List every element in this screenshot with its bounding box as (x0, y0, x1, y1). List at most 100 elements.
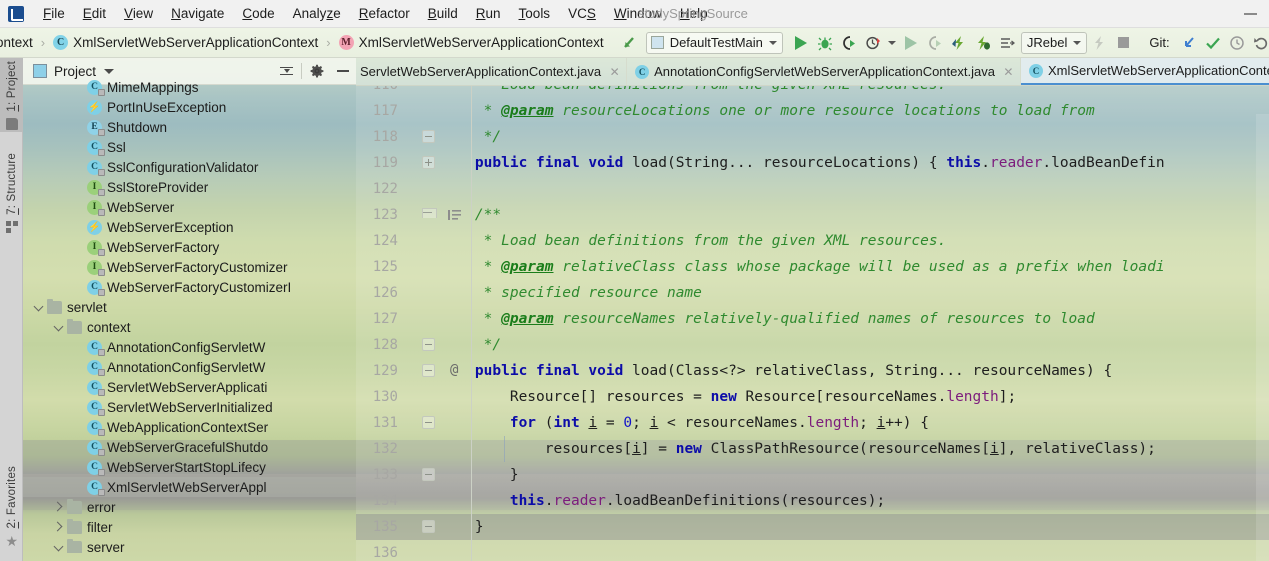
chevron-down-icon[interactable] (31, 297, 47, 317)
tree-node[interactable]: C AnnotationConfigServletW (23, 337, 356, 357)
git-commit-button[interactable] (1201, 31, 1225, 55)
menu-item-view[interactable]: View (115, 0, 162, 28)
chevron-down-icon[interactable] (51, 317, 67, 337)
tree-node[interactable]: I WebServer (23, 197, 356, 217)
attach-process-button[interactable] (995, 31, 1019, 55)
code-line[interactable]: 135 } (356, 514, 1269, 540)
jrebel-stop-icon[interactable] (1087, 31, 1111, 55)
tree-node[interactable]: C WebServerGracefulShutdo (23, 437, 356, 457)
tree-node[interactable]: WebServerException (23, 217, 356, 237)
tree-node[interactable]: I WebServerFactoryCustomizer (23, 257, 356, 277)
gutter-marker[interactable] (402, 280, 472, 306)
tree-node[interactable]: C SslConfigurationValidator (23, 157, 356, 177)
run-button[interactable] (789, 31, 813, 55)
code-line[interactable]: 130 Resource[] resources = new Resource[… (356, 384, 1269, 410)
editor-tab[interactable]: C XmlServletWebServerApplicationContext (1020, 58, 1269, 85)
code-line[interactable]: 117 * @param resourceLocations one or mo… (356, 98, 1269, 124)
code-line[interactable]: 126 * specified resource name (356, 280, 1269, 306)
breadcrumb-item[interactable]: M XmlServletWebServerApplicationContext (337, 35, 606, 50)
code-line[interactable]: 131 for (int i = 0; i < resourceNames.le… (356, 410, 1269, 436)
gutter-marker[interactable] (402, 86, 472, 98)
code-line[interactable]: 128 */ (356, 332, 1269, 358)
close-icon[interactable]: ✕ (609, 65, 620, 79)
sidebar-item-structure[interactable]: 7: Structure (0, 150, 23, 235)
code-content[interactable]: 116 * Load bean definitions from the giv… (356, 86, 1269, 561)
gutter-marker[interactable] (402, 514, 472, 540)
gutter-marker[interactable] (402, 98, 472, 124)
minimize-button[interactable] (1244, 13, 1257, 15)
debug-button[interactable] (813, 31, 837, 55)
code-line[interactable]: 124 * Load bean definitions from the giv… (356, 228, 1269, 254)
gutter-marker[interactable]: @ (402, 358, 472, 384)
gutter-marker[interactable] (402, 488, 472, 514)
gutter-marker[interactable] (402, 462, 472, 488)
tree-node[interactable]: E Shutdown (23, 117, 356, 137)
editor-tab[interactable]: C AnnotationConfigServletWebServerApplica… (627, 58, 1021, 85)
tree-node[interactable]: I WebServerFactory (23, 237, 356, 257)
code-line[interactable]: 132 resources[i] = new ClassPathResource… (356, 436, 1269, 462)
tree-node[interactable]: C ServletWebServerApplicati (23, 377, 356, 397)
menu-item-navigate[interactable]: Navigate (162, 0, 233, 28)
chevron-right-icon[interactable] (51, 497, 67, 517)
menu-item-analyze[interactable]: Analyze (284, 0, 350, 28)
tree-node[interactable]: servlet (23, 297, 356, 317)
menu-item-file[interactable]: File (34, 0, 74, 28)
tree-node[interactable]: filter (23, 517, 356, 537)
run-dim-button[interactable] (899, 31, 923, 55)
gutter-marker[interactable] (402, 540, 472, 561)
project-tree[interactable]: CMimeMappingsPortInUseExceptionEShutdown… (23, 77, 356, 553)
sidebar-item-favorites[interactable]: 2: Favorites ★ (0, 463, 23, 549)
run-with-coverage-button[interactable] (837, 31, 861, 55)
menu-item-build[interactable]: Build (419, 0, 467, 28)
code-line[interactable]: 133 } (356, 462, 1269, 488)
tree-node[interactable]: C XmlServletWebServerAppl (23, 477, 356, 497)
tree-node[interactable]: C MimeMappings (23, 77, 356, 97)
tree-node[interactable]: C WebServerFactoryCustomizerI (23, 277, 356, 297)
code-line[interactable]: 125 * @param relativeClass class whose p… (356, 254, 1269, 280)
code-line[interactable]: 122 (356, 176, 1269, 202)
fold-minus-icon[interactable] (422, 520, 435, 533)
editor-scrollbar[interactable] (1256, 114, 1269, 561)
run-configuration-selector[interactable]: DefaultTestMain (645, 31, 783, 54)
gutter-marker[interactable] (402, 254, 472, 280)
tree-node[interactable]: C Ssl (23, 137, 356, 157)
fold-minus-icon[interactable] (422, 130, 435, 143)
gutter-marker[interactable] (402, 332, 472, 358)
stop-button[interactable] (1111, 31, 1135, 55)
code-line[interactable]: 116 * Load bean definitions from the giv… (356, 86, 1269, 98)
gutter-marker[interactable] (402, 202, 472, 228)
tree-node[interactable]: C WebServerStartStopLifecy (23, 457, 356, 477)
tree-node[interactable]: C WebApplicationContextSer (23, 417, 356, 437)
profile-button[interactable] (861, 31, 885, 55)
gutter-marker[interactable] (402, 384, 472, 410)
profile-dropdown-arrow[interactable] (885, 31, 899, 55)
tree-node[interactable]: I SslStoreProvider (23, 177, 356, 197)
menu-item-code[interactable]: Code (233, 0, 283, 28)
code-line[interactable]: 134 this.reader.loadBeanDefinitions(reso… (356, 488, 1269, 514)
gutter-marker[interactable] (402, 176, 472, 202)
close-icon[interactable]: ✕ (1003, 65, 1014, 79)
menu-item-tools[interactable]: Tools (510, 0, 560, 28)
menu-item-edit[interactable]: Edit (74, 0, 115, 28)
git-update-button[interactable] (1177, 31, 1201, 55)
back-arrow-icon[interactable] (618, 31, 642, 55)
code-line[interactable]: 119 public final void load(String... res… (356, 150, 1269, 176)
gutter-marker[interactable] (402, 124, 472, 150)
breadcrumb[interactable]: ontext › C XmlServletWebServerApplicationCo… (0, 28, 606, 58)
menu-bar[interactable]: File Edit View Navigate Code Analyze Refactor B… (34, 0, 717, 28)
sidebar-item-project[interactable]: 1: Project (0, 58, 23, 132)
breadcrumb-item[interactable]: C XmlServletWebServerApplicationContext (51, 35, 320, 50)
editor-tab[interactable]: ServletWebServerApplicationContext.java ✕ (356, 58, 628, 85)
tree-node[interactable]: C AnnotationConfigServletW (23, 357, 356, 377)
git-history-button[interactable] (1225, 31, 1249, 55)
override-annotation-icon[interactable]: @ (450, 362, 458, 378)
code-line[interactable]: 123 /** (356, 202, 1269, 228)
menu-item-vcs[interactable]: VCS (559, 0, 605, 28)
chevron-down-icon[interactable] (51, 537, 67, 553)
javadoc-icon[interactable] (448, 210, 461, 220)
gutter-marker[interactable] (402, 228, 472, 254)
chevron-right-icon[interactable] (51, 517, 67, 537)
jrebel-selector[interactable]: JRebel (1020, 31, 1088, 54)
breadcrumb-item[interactable]: ontext (0, 35, 35, 50)
tree-node[interactable]: server (23, 537, 356, 553)
